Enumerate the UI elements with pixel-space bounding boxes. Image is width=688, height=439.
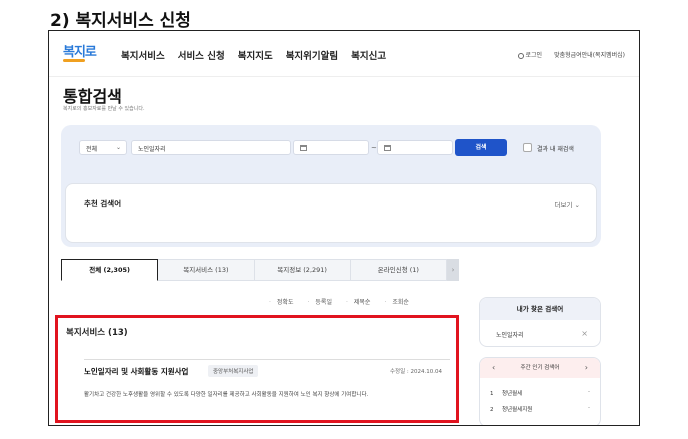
result-title-link[interactable]: 노인일자리 및 사회활동 지원사업 bbox=[84, 366, 188, 377]
close-icon[interactable]: × bbox=[581, 329, 588, 338]
logo-text: 복지로 bbox=[63, 45, 97, 60]
calendar-icon bbox=[384, 145, 391, 151]
site-logo[interactable]: 복지로 bbox=[63, 41, 97, 62]
category-select[interactable]: 전체 ⌄ bbox=[79, 140, 127, 155]
sort-options: 정확도 등록일 제목순 조회순 bbox=[269, 297, 409, 306]
search-input[interactable]: 노인일자리 bbox=[131, 140, 291, 155]
site-header: 복지로 복지서비스 서비스 신청 복지지도 복지위기알림 복지신고 로그인 맞춤… bbox=[49, 31, 639, 77]
my-searches-box: 내가 찾은 검색어 노인일자리 × bbox=[479, 297, 601, 347]
popular-keyword: 청년월세지원 bbox=[502, 407, 533, 413]
recommended-more-button[interactable]: 더보기 ⌄ bbox=[555, 199, 580, 209]
result-modified-date: 수정일 : 2024.10.04 bbox=[389, 369, 442, 375]
tab-welfare-service[interactable]: 복지서비스 (13) bbox=[158, 259, 255, 281]
tab-welfare-info[interactable]: 복지정보 (2,291) bbox=[254, 259, 351, 281]
rank-number: 2 bbox=[490, 407, 494, 413]
divider bbox=[84, 359, 450, 360]
page-title: 통합검색 bbox=[63, 87, 122, 106]
popular-searches-box: ‹ 주간 인기 검색어 › 1 청년월세 - 2 청년월세지원 - bbox=[479, 357, 601, 425]
tabs-scroll-button[interactable]: › bbox=[447, 259, 459, 281]
login-link[interactable]: 로그인 bbox=[517, 50, 543, 59]
recommended-title: 추천 검색어 bbox=[84, 199, 122, 208]
search-panel: 전체 ⌄ 노인일자리 ~ 검색 결과 내 재검색 추천 검색어 더보기 ⌄ bbox=[61, 125, 601, 247]
header-utility: 로그인 맞춤형급여안내(복지멤버십) bbox=[517, 50, 625, 59]
login-icon bbox=[517, 52, 524, 59]
list-item[interactable]: 1 청년월세 - bbox=[490, 389, 590, 397]
calendar-icon bbox=[300, 145, 307, 151]
tab-all[interactable]: 전체 (2,305) bbox=[61, 259, 159, 281]
chevron-down-icon: ⌄ bbox=[115, 144, 121, 151]
end-date-field[interactable] bbox=[377, 140, 453, 155]
date-separator: ~ bbox=[371, 144, 377, 152]
more-label: 더보기 bbox=[554, 201, 573, 209]
screenshot-frame: 복지로 복지서비스 서비스 신청 복지지도 복지위기알림 복지신고 로그인 맞춤… bbox=[48, 30, 640, 426]
sort-views[interactable]: 조회순 bbox=[384, 297, 409, 306]
nav-item-crisis-alert[interactable]: 복지위기알림 bbox=[286, 48, 338, 62]
result-description: 활기차고 건강한 노후생활을 영위할 수 있도록 다양한 일자리를 제공하고 사… bbox=[84, 392, 369, 398]
sort-title[interactable]: 제목순 bbox=[346, 297, 371, 306]
sort-date[interactable]: 등록일 bbox=[307, 297, 332, 306]
nav-item-welfare-report[interactable]: 복지신고 bbox=[351, 48, 386, 62]
within-results-label: 결과 내 재검색 bbox=[537, 146, 574, 153]
login-label: 로그인 bbox=[525, 52, 543, 59]
rank-number: 1 bbox=[490, 391, 494, 397]
main-nav: 복지서비스 서비스 신청 복지지도 복지위기알림 복지신고 bbox=[121, 48, 386, 62]
my-search-item[interactable]: 노인일자리 bbox=[496, 330, 524, 339]
membership-link[interactable]: 맞춤형급여안내(복지멤버십) bbox=[554, 50, 625, 59]
popular-title: 주간 인기 검색어 bbox=[520, 365, 560, 371]
list-item[interactable]: 2 청년월세지원 - bbox=[490, 405, 590, 413]
chevron-left-icon[interactable]: ‹ bbox=[492, 358, 495, 378]
nav-item-service-apply[interactable]: 서비스 신청 bbox=[178, 48, 225, 62]
chevron-right-icon[interactable]: › bbox=[585, 358, 588, 378]
result-category-badge: 중앙부처복지사업 bbox=[208, 365, 259, 377]
highlighted-result-section: 복지서비스 (13) 노인일자리 및 사회활동 지원사업 중앙부처복지사업 수정… bbox=[55, 315, 459, 423]
popular-header: ‹ 주간 인기 검색어 › bbox=[480, 358, 600, 378]
my-searches-title: 내가 찾은 검색어 bbox=[480, 298, 600, 320]
nav-item-welfare-map[interactable]: 복지지도 bbox=[238, 48, 273, 62]
rank-change-icon: - bbox=[588, 389, 590, 395]
recommended-keywords-box: 추천 검색어 더보기 ⌄ bbox=[65, 183, 597, 243]
page-subtitle: 복지로의 홍보자료를 만날 수 있습니다. bbox=[63, 106, 145, 112]
chevron-down-icon: ⌄ bbox=[574, 201, 580, 209]
popular-keyword: 청년월세 bbox=[502, 391, 523, 397]
within-results-checkbox[interactable] bbox=[523, 143, 532, 152]
category-value: 전체 bbox=[86, 146, 98, 153]
nav-item-welfare-service[interactable]: 복지서비스 bbox=[121, 48, 165, 62]
search-button[interactable]: 검색 bbox=[455, 139, 507, 156]
tab-online-apply[interactable]: 온라인신청 (1) bbox=[350, 259, 447, 281]
start-date-field[interactable] bbox=[293, 140, 369, 155]
sort-accuracy[interactable]: 정확도 bbox=[269, 297, 294, 306]
document-heading: 2) 복지서비스 신청 bbox=[50, 11, 191, 31]
section-title: 복지서비스 (13) bbox=[66, 328, 128, 338]
rank-change-icon: - bbox=[588, 405, 590, 411]
result-tabs: 전체 (2,305) 복지서비스 (13) 복지정보 (2,291) 온라인신청… bbox=[61, 259, 447, 281]
